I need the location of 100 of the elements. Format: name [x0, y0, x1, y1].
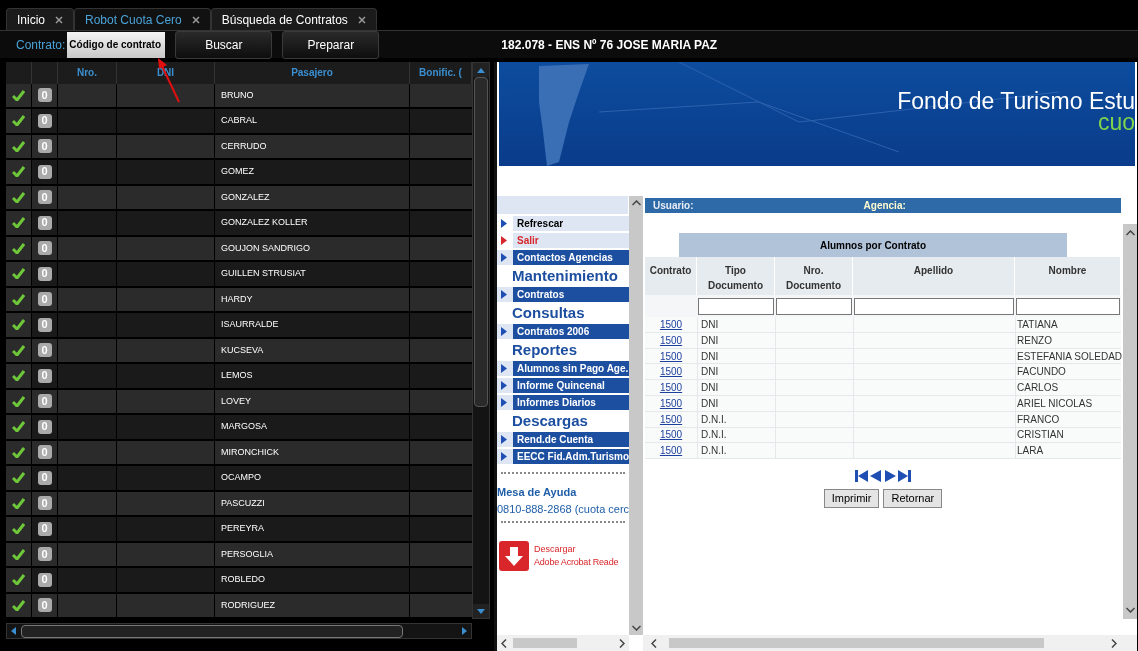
table-cell: MIRONCHICK	[221, 445, 279, 459]
sidebar-item[interactable]: Contratos	[513, 287, 629, 302]
pagination-icons[interactable]	[855, 469, 911, 484]
check-icon[interactable]	[12, 599, 25, 611]
table-cell: ESTEFANIA SOLEDAD	[1017, 350, 1123, 362]
contract-field[interactable]: Código de contrato	[67, 31, 166, 58]
count-badge: 0	[37, 445, 52, 460]
check-icon[interactable]	[12, 574, 25, 586]
count-badge: 0	[37, 547, 52, 562]
arrow-icon	[501, 327, 507, 336]
count-badge: 0	[37, 266, 52, 281]
table-cell: DNI	[701, 318, 719, 330]
scroll-down-icon[interactable]	[477, 608, 485, 614]
check-icon[interactable]	[12, 370, 25, 382]
table-cell: PERSOGLIA	[221, 547, 274, 561]
toolbar-button[interactable]: Buscar	[175, 30, 273, 59]
count-badge: 0	[37, 470, 52, 485]
sidebar-item[interactable]: Alumnos sin Pago Age.	[513, 361, 629, 376]
check-icon[interactable]	[12, 242, 25, 254]
scroll-right-icon[interactable]	[619, 638, 625, 648]
count-badge: 0	[37, 496, 52, 511]
count-badge: 0	[37, 190, 52, 205]
check-icon[interactable]	[12, 166, 25, 178]
table-cell-text: LEMOS	[221, 369, 253, 382]
check-icon[interactable]	[12, 523, 25, 535]
contract-link[interactable]: 1500	[659, 332, 683, 348]
contract-link[interactable]: 1500	[659, 348, 683, 364]
close-icon[interactable]	[191, 15, 200, 24]
count-badge: 0	[37, 292, 52, 307]
download-icon[interactable]	[499, 541, 529, 571]
horizontal-scrollbar[interactable]	[643, 635, 1137, 651]
sidebar-item[interactable]: Rend.de Cuenta	[513, 432, 629, 447]
vertical-scrollbar[interactable]	[472, 62, 490, 619]
count-badge: 0	[37, 88, 52, 103]
count-badge: 0	[37, 368, 52, 383]
sidebar-item[interactable]: EECC Fid.Adm.Turismo	[513, 449, 629, 464]
horizontal-scrollbar[interactable]	[6, 623, 472, 639]
check-icon[interactable]	[12, 421, 25, 433]
contract-link[interactable]: 1500	[659, 380, 683, 396]
filter-field[interactable]	[1016, 297, 1120, 315]
contract-link[interactable]: 1500	[659, 443, 683, 459]
contract-heading: 182.078 - ENS Nº 76 JOSE MARIA PAZ	[501, 36, 718, 54]
download-link[interactable]: Descargar	[534, 542, 619, 556]
count-badge: 0	[37, 572, 52, 587]
scroll-left-icon[interactable]	[651, 638, 657, 648]
scroll-up-icon[interactable]	[1125, 230, 1135, 236]
tab[interactable]: Inicio	[6, 8, 74, 30]
filter-field[interactable]	[698, 297, 774, 315]
tab[interactable]: Robot Cuota Cero	[74, 8, 211, 30]
filter-field[interactable]	[854, 297, 1014, 315]
scroll-up-icon[interactable]	[631, 200, 641, 206]
check-icon[interactable]	[12, 319, 25, 331]
scroll-down-icon[interactable]	[1125, 607, 1135, 613]
contract-link[interactable]: 1500	[659, 364, 683, 380]
horizontal-scrollbar[interactable]	[497, 635, 629, 651]
download-link[interactable]: Adobe Acrobat Reade	[534, 556, 619, 570]
table-cell: LARA	[1017, 445, 1044, 457]
form-button[interactable]: Retornar	[883, 489, 943, 509]
contract-link[interactable]: 1500	[659, 427, 683, 443]
contract-link[interactable]: 1500	[659, 316, 683, 332]
close-icon[interactable]	[357, 15, 366, 24]
check-icon[interactable]	[12, 497, 25, 509]
close-icon[interactable]	[55, 15, 63, 24]
check-icon[interactable]	[12, 89, 25, 101]
check-icon[interactable]	[12, 191, 25, 203]
check-icon[interactable]	[12, 268, 25, 280]
table-cell: RENZO	[1017, 334, 1052, 346]
scroll-up-icon[interactable]	[477, 67, 485, 73]
toolbar-button[interactable]: Preparar	[282, 30, 380, 59]
sidebar-item[interactable]: Informes Diarios	[513, 395, 629, 410]
count-badge: 0	[37, 113, 52, 128]
vertical-scrollbar[interactable]	[629, 196, 643, 635]
table-cell-text: ISAURRALDE	[221, 318, 279, 331]
check-icon[interactable]	[12, 293, 25, 305]
check-icon[interactable]	[12, 115, 25, 127]
sidebar-item[interactable]: Contactos Agencias	[513, 250, 629, 265]
count-badge: 0	[37, 343, 52, 358]
check-icon[interactable]	[12, 548, 25, 560]
sidebar-item[interactable]: Contratos 2006	[513, 324, 629, 339]
scroll-down-icon[interactable]	[631, 625, 641, 631]
check-icon[interactable]	[12, 344, 25, 356]
tab[interactable]: Búsqueda de Contratos	[210, 8, 377, 30]
contract-link[interactable]: 1500	[659, 411, 683, 427]
sidebar-link[interactable]: Refrescar	[513, 216, 629, 231]
table-cell: LOVEY	[221, 394, 251, 408]
scroll-right-icon[interactable]	[1111, 638, 1117, 648]
check-icon[interactable]	[12, 446, 25, 458]
contract-link[interactable]: 1500	[659, 395, 683, 411]
filter-field[interactable]	[776, 297, 852, 315]
form-button[interactable]: Imprimir	[823, 489, 880, 509]
check-icon[interactable]	[12, 472, 25, 484]
check-icon[interactable]	[12, 217, 25, 229]
scroll-left-icon[interactable]	[501, 638, 507, 648]
sidebar-item[interactable]: Informe Quincenal	[513, 378, 629, 393]
vertical-scrollbar[interactable]	[1123, 224, 1137, 619]
sidebar-link[interactable]: Salir	[513, 233, 629, 248]
check-icon[interactable]	[12, 395, 25, 407]
table-cell: CRISTIAN	[1017, 429, 1064, 441]
table-cell: DNI	[701, 350, 719, 362]
check-icon[interactable]	[12, 140, 25, 152]
